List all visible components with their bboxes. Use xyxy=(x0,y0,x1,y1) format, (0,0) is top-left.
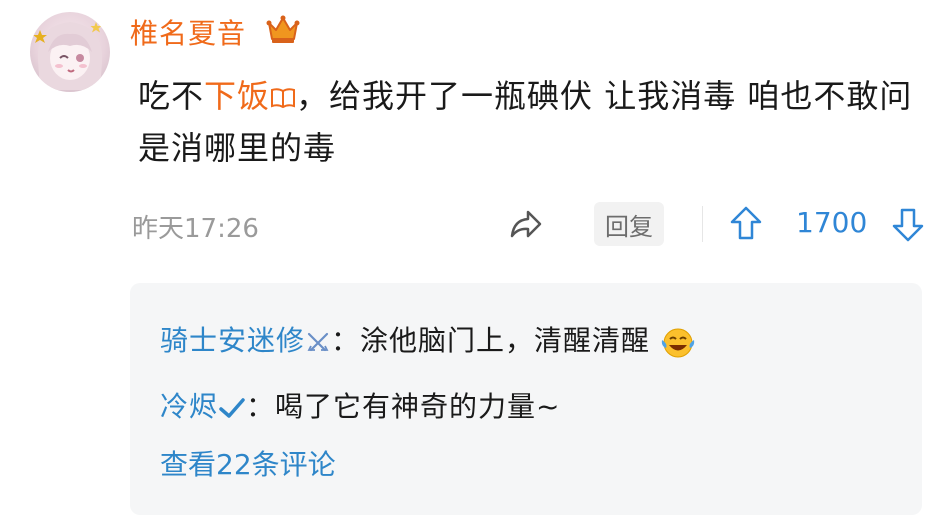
checkmark-icon xyxy=(219,398,245,418)
upvote-arrow-icon[interactable] xyxy=(728,204,764,244)
reply-text: 喝了它有神奇的力量~ xyxy=(275,390,561,423)
avatar[interactable] xyxy=(30,12,110,92)
downvote-arrow-icon[interactable] xyxy=(890,204,926,244)
view-more-comments-link[interactable]: 查看22条评论 xyxy=(160,443,336,483)
reply-username[interactable]: 冷烬 xyxy=(160,390,218,423)
comment-text: 吃不下饭 ，给我开了一瓶碘伏 让我消毒 咱也不敢问是消哪里的毒 xyxy=(138,70,918,174)
crossed-swords-icon xyxy=(307,332,329,352)
reply-text: 涂他脑门上，清醒清醒 xyxy=(360,324,651,357)
comment-text-prefix: 吃不 xyxy=(138,77,205,115)
comment-highlight-link[interactable]: 下饭 xyxy=(204,77,270,115)
reply-separator: ： xyxy=(246,390,276,423)
username[interactable]: 椎名夏音 xyxy=(130,12,246,52)
reply-item: 骑士安迷修 ：涂他脑门上，清醒清醒 xyxy=(160,319,696,359)
vote-count: 1700 xyxy=(796,206,868,239)
timestamp: 昨天17:26 xyxy=(132,214,259,244)
laughing-tears-emoji-icon xyxy=(661,328,695,358)
reply-separator: ： xyxy=(331,324,361,357)
comment-actions: 昨天17:26 回复 1700 xyxy=(0,200,937,250)
crown-icon xyxy=(266,15,300,43)
reply-item: 冷烬 ：喝了它有神奇的力量~ xyxy=(160,385,561,425)
book-icon xyxy=(271,88,296,109)
avatar-image xyxy=(33,22,103,90)
replies-panel: 骑士安迷修 ：涂他脑门上，清醒清醒 冷烬 ：喝了它有神奇的力量~ 查看22条评论 xyxy=(130,283,922,515)
reply-button[interactable]: 回复 xyxy=(594,202,664,246)
share-icon[interactable] xyxy=(506,204,546,244)
reply-username[interactable]: 骑士安迷修 xyxy=(160,324,305,357)
divider xyxy=(702,206,703,242)
